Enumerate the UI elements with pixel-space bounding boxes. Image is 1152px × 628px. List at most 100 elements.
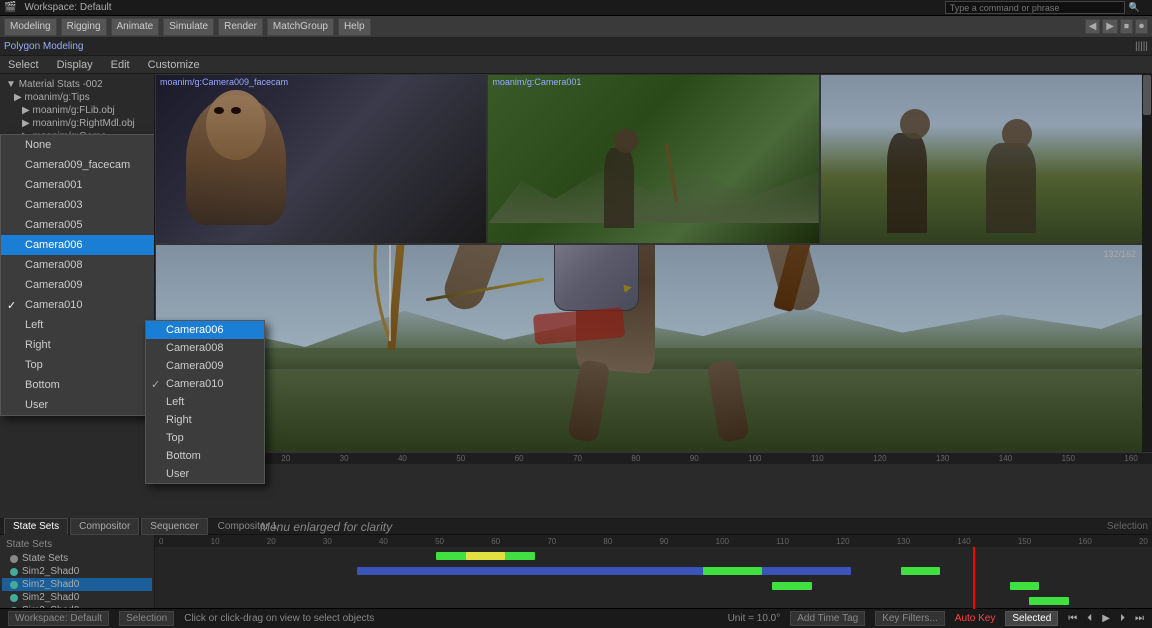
play-back-btn[interactable]: ⏮ bbox=[1068, 613, 1077, 624]
unit-label: Unit = 10.0° bbox=[728, 613, 781, 624]
autokey-state[interactable]: Selected bbox=[1005, 611, 1058, 626]
scrollbar-thumb[interactable] bbox=[1143, 75, 1151, 115]
toolbar-icon-1[interactable]: ◀ bbox=[1085, 19, 1101, 34]
dropdown-camera009-facecam[interactable]: Camera009_facecam bbox=[1, 155, 155, 175]
dropdown-right[interactable]: Right bbox=[1, 335, 155, 355]
tab-sequencer[interactable]: Sequencer bbox=[141, 518, 207, 535]
track-bar-2c bbox=[901, 567, 941, 575]
dropdown2-camera008[interactable]: Camera008 bbox=[146, 339, 264, 357]
tree-item-tips[interactable]: ▶ moanim/g:Tips bbox=[2, 91, 152, 104]
menu-edit[interactable]: Edit bbox=[107, 59, 134, 71]
toolbar-matchgroup[interactable]: MatchGroup bbox=[267, 18, 334, 36]
play-fwd-btn[interactable]: ⏭ bbox=[1135, 613, 1144, 624]
dropdown2-camera006[interactable]: Camera006 bbox=[146, 321, 264, 339]
selection-status[interactable]: Selection bbox=[119, 611, 174, 626]
prev-frame-btn[interactable]: ⏴ bbox=[1087, 613, 1092, 624]
ss-item-0[interactable]: State Sets bbox=[2, 552, 152, 565]
toolbar-help[interactable]: Help bbox=[338, 18, 371, 36]
selection-label: Selection bbox=[1107, 521, 1148, 532]
toolbar-icon-4[interactable]: ⏺ bbox=[1135, 19, 1148, 34]
viewport-archer1[interactable]: moanim/g:Camera001 bbox=[487, 74, 819, 244]
left-panel: ▼ Material Stats -002 ▶ moanim/g:Tips ▶ … bbox=[0, 74, 155, 464]
bottom-panel: State Sets Compositor Sequencer Composit… bbox=[0, 518, 1152, 608]
search-input[interactable] bbox=[945, 1, 1125, 14]
timeline-playhead[interactable] bbox=[973, 547, 975, 609]
track-bar-area-2[interactable] bbox=[159, 566, 1148, 576]
dropdown2-camera009[interactable]: Camera009 bbox=[146, 357, 264, 375]
menu-display[interactable]: Display bbox=[53, 59, 97, 71]
timeline-track-2 bbox=[159, 564, 1148, 578]
dropdown-camera009[interactable]: Camera009 bbox=[1, 275, 155, 295]
expand-icon-2: ▶ bbox=[22, 105, 30, 116]
menu-customize[interactable]: Customize bbox=[144, 59, 204, 71]
tree-item-flib[interactable]: ▶ moanim/g:FLib.obj bbox=[2, 104, 152, 117]
ss-item-1[interactable]: Sim2_Shad0 bbox=[2, 565, 152, 578]
toolbar-rigging[interactable]: Rigging bbox=[61, 18, 107, 36]
ss-item-3[interactable]: Sim2_Shad0 bbox=[2, 591, 152, 604]
check-icon-2: ✓ bbox=[151, 378, 160, 391]
dropdown-bottom[interactable]: Bottom bbox=[1, 375, 155, 395]
dropdown-camera001[interactable]: Camera001 bbox=[1, 175, 155, 195]
ss-dot-1 bbox=[10, 568, 18, 576]
viewport-top-row: moanim/g:Camera009_facecam moanim/g:Came… bbox=[155, 74, 1152, 244]
ss-dot-0 bbox=[10, 555, 18, 563]
bottom-content: State Sets State Sets Sim2_Shad0 Sim2_Sh… bbox=[0, 535, 1152, 609]
expand-icon: ▶ bbox=[14, 92, 22, 103]
toolbar-secondary-icon: ||||| bbox=[1135, 41, 1148, 52]
next-frame-btn[interactable]: ⏵ bbox=[1120, 613, 1125, 624]
toolbar-icon-2[interactable]: ▶ bbox=[1102, 19, 1118, 34]
dropdown-none[interactable]: None bbox=[1, 135, 155, 155]
dropdown2-top[interactable]: Top bbox=[146, 429, 264, 447]
toolbar-render[interactable]: Render bbox=[218, 18, 263, 36]
dropdown-left[interactable]: Left bbox=[1, 315, 155, 335]
track-bar-4 bbox=[1029, 597, 1069, 605]
add-time-tag[interactable]: Add Time Tag bbox=[790, 611, 865, 626]
track-bar-area-4[interactable] bbox=[159, 596, 1148, 606]
tab-compositor[interactable]: Compositor bbox=[70, 518, 139, 535]
window-title-bar: 🎬 Workspace: Default 🔍 bbox=[0, 0, 1152, 16]
dropdown-camera005[interactable]: Camera005 bbox=[1, 215, 155, 235]
dropdown-camera003[interactable]: Camera003 bbox=[1, 195, 155, 215]
ss-dot-3 bbox=[10, 594, 18, 602]
secondary-toolbar: Polygon Modeling ||||| bbox=[0, 38, 1152, 56]
dropdown-camera006[interactable]: Camera006 bbox=[1, 235, 155, 255]
app-icon: 🎬 bbox=[4, 2, 16, 13]
dropdown2-camera010[interactable]: ✓ Camera010 bbox=[146, 375, 264, 393]
clarity-label: Menu enlarged for clarity bbox=[260, 520, 392, 534]
menu-select[interactable]: Select bbox=[4, 59, 43, 71]
dropdown-camera008[interactable]: Camera008 bbox=[1, 255, 155, 275]
click-message: Click or click-drag on view to select ob… bbox=[184, 613, 717, 624]
track-bar-area-3[interactable] bbox=[159, 581, 1148, 591]
ss-item-2[interactable]: Sim2_Shad0 bbox=[2, 578, 152, 591]
dropdown2-user[interactable]: User bbox=[146, 465, 264, 483]
toolbar-animate[interactable]: Animate bbox=[111, 18, 160, 36]
dropdown-user[interactable]: User bbox=[1, 395, 155, 415]
viewport-archer2[interactable]: moanim/g:Camera003 bbox=[820, 74, 1152, 244]
mode-label: Polygon Modeling bbox=[4, 41, 84, 52]
play-btn[interactable]: ▶ bbox=[1102, 613, 1110, 624]
viewport-main[interactable]: Camera006 bbox=[155, 244, 1152, 452]
main-toolbar: Modeling Rigging Animate Simulate Render… bbox=[0, 16, 1152, 38]
tab-state-sets[interactable]: State Sets bbox=[4, 518, 68, 535]
expand-icon-3: ▶ bbox=[22, 118, 30, 129]
toolbar-simulate[interactable]: Simulate bbox=[163, 18, 214, 36]
toolbar-modeling[interactable]: Modeling bbox=[4, 18, 57, 36]
workspace-label[interactable]: Workspace: Default bbox=[8, 611, 109, 626]
viewport-scrollbar[interactable] bbox=[1142, 74, 1152, 452]
tree-item-material[interactable]: ▼ Material Stats -002 bbox=[2, 78, 152, 91]
dropdown2-left[interactable]: Left bbox=[146, 393, 264, 411]
toolbar-icon-3[interactable]: ⏹ bbox=[1120, 19, 1133, 34]
track-bar-3 bbox=[772, 582, 812, 590]
tree-item-rightmdl[interactable]: ▶ moanim/g:RightMdl.obj bbox=[2, 117, 152, 130]
viewport-archer1-label: moanim/g:Camera001 bbox=[492, 77, 581, 87]
track-bar-area-1[interactable] bbox=[159, 551, 1148, 561]
dropdown2-right[interactable]: Right bbox=[146, 411, 264, 429]
dropdown-top[interactable]: Top bbox=[1, 355, 155, 375]
dropdown2-bottom[interactable]: Bottom bbox=[146, 447, 264, 465]
camera-dropdown-menu: None Camera009_facecam Camera001 Camera0… bbox=[0, 134, 155, 416]
track-bar-1b bbox=[466, 552, 506, 560]
key-filters[interactable]: Key Filters... bbox=[875, 611, 945, 626]
viewport-face-label: moanim/g:Camera009_facecam bbox=[160, 77, 288, 87]
dropdown-camera010[interactable]: ✓ Camera010 bbox=[1, 295, 155, 315]
viewport-face[interactable]: moanim/g:Camera009_facecam bbox=[155, 74, 487, 244]
